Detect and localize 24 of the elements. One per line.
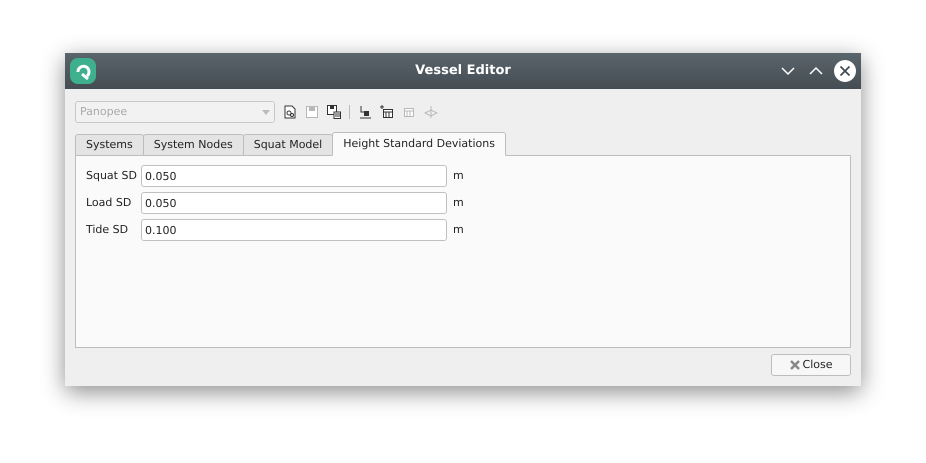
add-table-icon[interactable] (380, 105, 394, 119)
close-button[interactable]: Close (771, 354, 851, 376)
input-field[interactable]: 0.050 (141, 192, 447, 214)
field-label: Tide SD (86, 222, 130, 238)
caret-icon (262, 110, 270, 114)
tab[interactable]: Systems (75, 134, 144, 156)
field-label: Load SD (86, 194, 132, 211)
tab[interactable]: Height Standard Deviations (332, 132, 506, 156)
input-field[interactable]: 0.100 (141, 219, 447, 241)
tab[interactable]: System Nodes (142, 134, 244, 156)
save-as-icon[interactable] (327, 105, 341, 119)
unit-label: m (453, 222, 464, 238)
tab[interactable]: Squat Model (242, 134, 334, 156)
field-label: Squat SD (86, 168, 138, 184)
close-icon[interactable] (834, 60, 856, 82)
node-icon[interactable] (358, 105, 372, 119)
x-icon (790, 360, 800, 370)
unit-label: m (453, 194, 464, 211)
toolbar-separator (349, 105, 350, 119)
app-logo-icon (70, 58, 96, 84)
unit-label: m (453, 168, 464, 184)
window-title: Vessel Editor (415, 62, 511, 80)
document-icon[interactable] (283, 105, 297, 119)
input-field[interactable]: 0.050 (141, 165, 447, 187)
